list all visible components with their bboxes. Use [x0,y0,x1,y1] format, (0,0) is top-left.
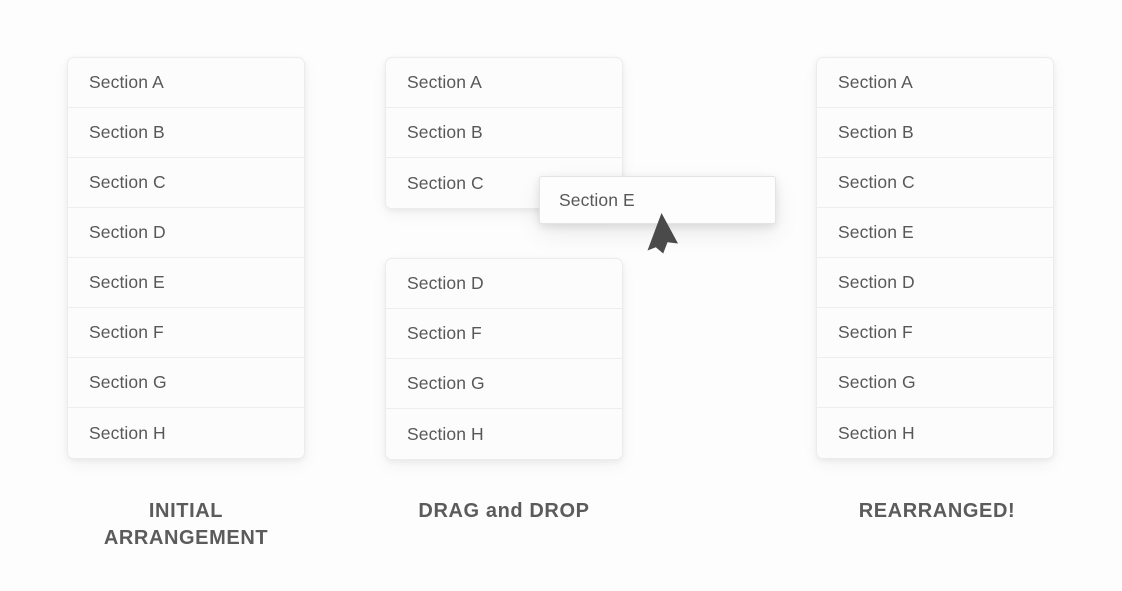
list-item[interactable]: Section E [68,258,304,308]
list-item[interactable]: Section A [68,58,304,108]
caption-line-1: REARRANGED! [858,500,1016,522]
caption-drag-and-drop: DRAG and DROP [344,498,664,525]
column-drag-and-drop: Section A Section B Section C Section D … [385,57,623,460]
list-item[interactable]: Section A [386,58,622,108]
column-rearranged: Section A Section B Section C Section E … [816,57,1054,459]
caption-initial-arrangement: INITIAL ARRANGEMENT [26,498,346,552]
list-item[interactable]: Section G [68,358,304,408]
section-list-rearranged: Section A Section B Section C Section E … [816,57,1054,459]
list-item[interactable]: Section F [817,308,1053,358]
dragged-list-item[interactable]: Section E [539,176,776,224]
list-item[interactable]: Section A [817,58,1053,108]
column-initial-arrangement: Section A Section B Section C Section D … [67,57,305,459]
list-item[interactable]: Section H [386,409,622,459]
list-item[interactable]: Section D [386,259,622,309]
list-item[interactable]: Section F [386,309,622,359]
list-item[interactable]: Section E [817,208,1053,258]
list-item[interactable]: Section D [68,208,304,258]
list-item[interactable]: Section B [817,108,1053,158]
caption-line-2: ARRANGEMENT [103,527,269,549]
section-list-initial: Section A Section B Section C Section D … [67,57,305,459]
list-item[interactable]: Section C [817,158,1053,208]
list-item[interactable]: Section H [817,408,1053,458]
list-item[interactable]: Section C [68,158,304,208]
section-list-dragdrop-lower: Section D Section F Section G Section H [385,258,623,460]
caption-line-1: DRAG and DROP [418,500,590,522]
list-item[interactable]: Section B [386,108,622,158]
list-item[interactable]: Section G [386,359,622,409]
list-item[interactable]: Section H [68,408,304,458]
list-item[interactable]: Section B [68,108,304,158]
illustration-stage: Section A Section B Section C Section D … [0,0,1122,591]
caption-line-1: INITIAL [148,500,224,522]
caption-rearranged: REARRANGED! [777,498,1097,525]
list-item[interactable]: Section F [68,308,304,358]
list-item[interactable]: Section D [817,258,1053,308]
list-item[interactable]: Section G [817,358,1053,408]
